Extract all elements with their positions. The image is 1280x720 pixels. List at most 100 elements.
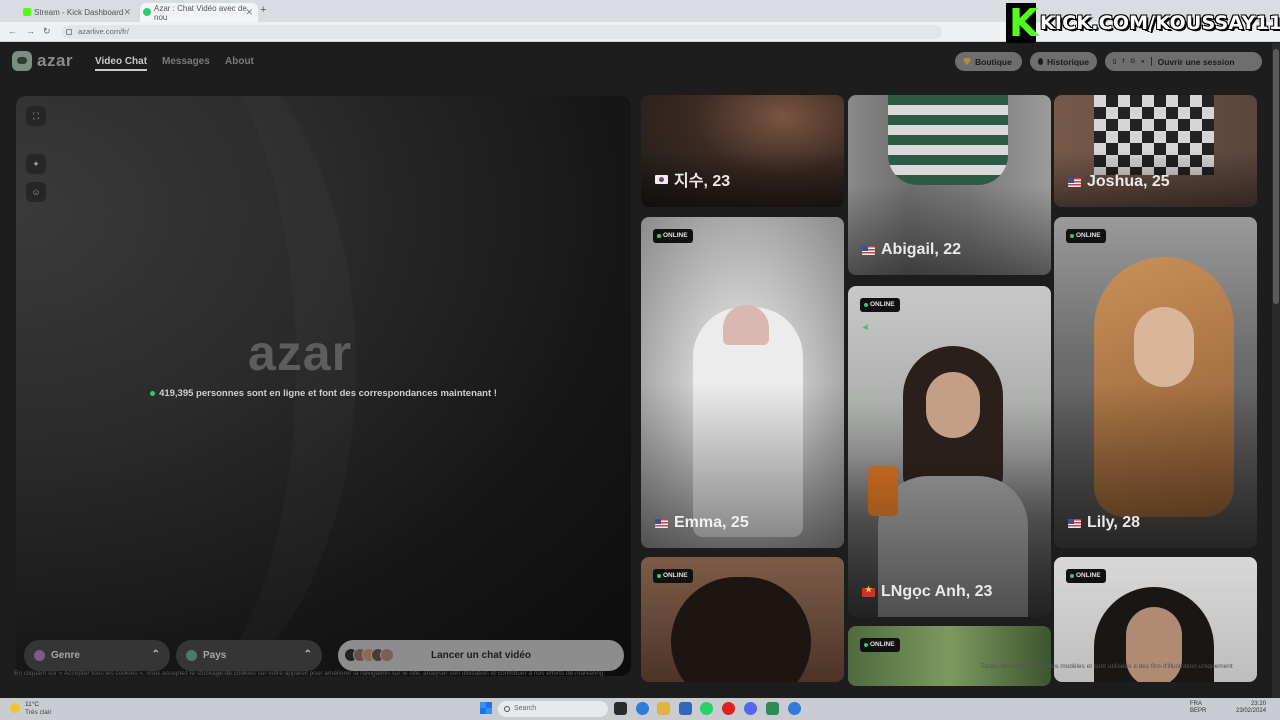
system-clock[interactable]: 23:20 23/02/2024 <box>1236 701 1266 715</box>
globe-icon <box>186 650 197 661</box>
file-icon[interactable] <box>614 702 627 715</box>
chevron-up-icon: ⌃ <box>151 649 160 660</box>
usa-flag-icon <box>862 245 875 255</box>
online-dot-icon <box>150 390 156 396</box>
profile-name: LNgọc Anh, 23 <box>862 583 992 601</box>
nav-messages[interactable]: Messages <box>162 56 210 67</box>
lang-line-2: BEPR <box>1190 708 1207 714</box>
kick-favicon-icon <box>23 8 31 16</box>
gender-icon <box>34 650 45 661</box>
search-icon <box>504 706 510 712</box>
profile-card[interactable]: ONLINE <box>848 626 1051 686</box>
opera-icon[interactable] <box>722 702 735 715</box>
back-icon[interactable]: ← <box>8 26 17 36</box>
profile-card[interactable]: ONLINE <box>641 557 844 682</box>
close-tab-icon[interactable]: ✕ <box>123 7 131 18</box>
historique-button[interactable]: Historique <box>1030 52 1097 71</box>
weather-desc: Très clair <box>25 709 52 716</box>
profile-card[interactable]: ONLINE Emma, 25 <box>641 217 844 548</box>
nav-about[interactable]: About <box>225 56 254 67</box>
whatsapp-icon[interactable] <box>700 702 713 715</box>
site-header: azar Video Chat Messages About Boutique … <box>0 43 1272 79</box>
profile-card[interactable]: ONLINE Lily, 28 <box>1054 217 1257 548</box>
profile-name-text: 지수, 23 <box>674 173 731 190</box>
video-chat-pane: ⛶ ✦ ☺ azar 419,395 personnes sont en lig… <box>16 96 631 676</box>
kick-handle: KICK.COM/KOUSSAY113 <box>1040 12 1280 34</box>
profile-name-text: Joshua, 25 <box>1087 173 1170 190</box>
app-icon[interactable] <box>766 702 779 715</box>
reload-icon[interactable]: ↻ <box>43 26 51 37</box>
illustration-disclaimer: Toutes les images sont des modèles et so… <box>980 663 1233 670</box>
online-count-text: 419,395 personnes sont en ligne et font … <box>159 388 497 399</box>
tab-azar[interactable]: Azar : Chat Vidéo avec de nou ✕ <box>140 3 258 22</box>
video-tool-rail: ⛶ ✦ ☺ <box>26 106 46 202</box>
profile-name: 지수, 23 <box>655 167 730 191</box>
profile-name: Abigail, 22 <box>862 241 961 259</box>
windows-taskbar: 11°C Très clair Search FRA BEPR 23:20 23… <box>0 698 1280 720</box>
profile-card[interactable]: ONLINE LNgọc Anh, 23 <box>848 286 1051 617</box>
tab-title: Stream - Kick Dashboard <box>34 8 124 17</box>
new-tab-icon[interactable]: + <box>260 4 266 16</box>
phone-icon: ▯ <box>1113 59 1117 65</box>
kick-logo-icon <box>1006 1 1038 45</box>
usa-flag-icon <box>1068 518 1081 528</box>
windows-start-icon[interactable] <box>480 702 492 714</box>
google-icon: G <box>1130 58 1135 65</box>
cookie-notice: En cliquant sur « Accepter tous les cook… <box>14 670 606 677</box>
online-badge: ONLINE <box>653 569 693 583</box>
profile-card[interactable]: Joshua, 25 <box>1054 95 1257 207</box>
profile-name: Lily, 28 <box>1068 514 1140 532</box>
taskbar-search[interactable]: Search <box>498 701 608 717</box>
apple-icon: ● <box>1140 58 1145 65</box>
striped-shirt <box>888 95 1008 185</box>
page-scrollbar[interactable] <box>1272 43 1280 698</box>
chrome-icon[interactable] <box>788 702 801 715</box>
tab-kick-dashboard[interactable]: Stream - Kick Dashboard ✕ <box>20 3 136 22</box>
boutique-button[interactable]: Boutique <box>955 52 1022 71</box>
fullscreen-icon[interactable]: ⛶ <box>26 106 46 126</box>
azar-watermark-logo: azar <box>248 325 353 381</box>
tab-title: Azar : Chat Vidéo avec de nou <box>154 3 247 22</box>
keyboard-language[interactable]: FRA BEPR <box>1190 701 1206 715</box>
store-icon[interactable] <box>679 702 692 715</box>
online-badge: ONLINE <box>1066 229 1106 243</box>
url-field[interactable]: azarlive.com/fr/ <box>62 25 942 39</box>
online-badge: ONLINE <box>860 298 900 312</box>
genre-filter[interactable]: Genre ⌃ <box>24 640 170 671</box>
weather-sun-icon[interactable] <box>10 703 20 713</box>
forward-icon[interactable]: → <box>26 26 35 36</box>
profile-name-text: Emma, 25 <box>674 514 749 531</box>
profile-card[interactable]: 지수, 23 <box>641 95 844 207</box>
scrollbar-thumb[interactable] <box>1273 49 1279 304</box>
lang-line-1: FRA <box>1190 701 1202 707</box>
face-filter-icon[interactable]: ☺ <box>26 182 46 202</box>
background-swoosh <box>16 96 356 676</box>
online-badge: ONLINE <box>653 229 693 243</box>
facebook-icon: f <box>1122 58 1125 65</box>
site-info-icon[interactable] <box>66 29 72 35</box>
start-video-chat-button[interactable]: Lancer un chat vidéo <box>338 640 624 671</box>
clock-date: 23/02/2024 <box>1236 708 1267 714</box>
azar-logo[interactable]: azar <box>12 51 73 71</box>
online-badge: ONLINE <box>860 638 900 652</box>
login-button[interactable]: ▯ f G ● Ouvrir une session <box>1105 52 1262 71</box>
korea-flag-icon <box>655 174 668 184</box>
close-tab-icon[interactable]: ✕ <box>245 7 253 18</box>
nav-video-chat[interactable]: Video Chat <box>95 56 148 71</box>
photo-shade <box>848 185 1051 275</box>
profile-photo <box>848 626 1051 686</box>
knit-hat <box>723 305 769 345</box>
profile-card[interactable]: Abigail, 22 <box>848 95 1051 275</box>
logo-text: azar <box>37 51 74 70</box>
chrome-icon[interactable] <box>636 702 649 715</box>
face <box>926 372 980 438</box>
discord-icon[interactable] <box>744 702 757 715</box>
profile-name-text: Lily, 28 <box>1087 514 1141 531</box>
clock-time: 23:20 <box>1251 701 1267 707</box>
pays-label: Pays <box>203 650 227 661</box>
boutique-label: Boutique <box>975 56 1012 67</box>
gem-icon <box>963 58 971 65</box>
country-filter[interactable]: Pays ⌃ <box>176 640 322 671</box>
folder-icon[interactable] <box>657 702 670 715</box>
magic-wand-icon[interactable]: ✦ <box>26 154 46 174</box>
